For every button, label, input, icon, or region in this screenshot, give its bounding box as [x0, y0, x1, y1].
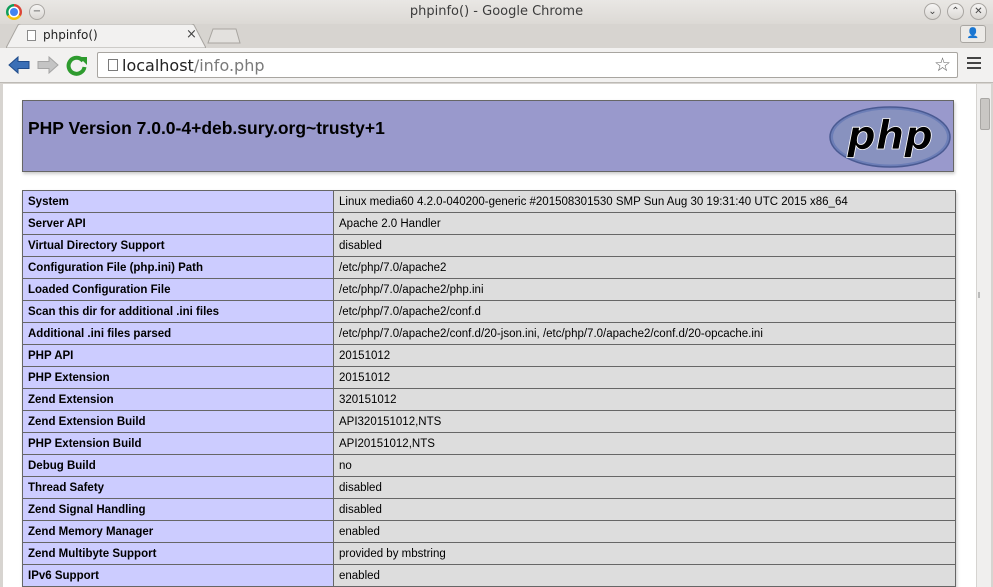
table-row: Server API Apache 2.0 Handler	[22, 212, 956, 235]
row-value: disabled	[333, 234, 956, 257]
table-row: PHP Extension 20151012	[22, 366, 956, 389]
table-row: Virtual Directory Support disabled	[22, 234, 956, 257]
row-label: PHP Extension Build	[22, 432, 334, 455]
table-row: PHP API 20151012	[22, 344, 956, 367]
profile-button[interactable]: 👤	[960, 25, 986, 43]
hamburger-menu-icon[interactable]	[967, 57, 981, 70]
row-label: Zend Extension	[22, 388, 334, 411]
row-value: disabled	[333, 476, 956, 499]
php-version-header: PHP Version 7.0.0-4+deb.sury.org~trusty+…	[22, 100, 954, 172]
row-value: 320151012	[333, 388, 956, 411]
row-value: enabled	[333, 520, 956, 543]
window-title: phpinfo() - Google Chrome	[409, 4, 584, 19]
row-label: Zend Extension Build	[22, 410, 334, 433]
row-value: provided by mbstring	[333, 542, 956, 565]
forward-button[interactable]	[37, 56, 59, 74]
new-tab-button[interactable]	[207, 28, 241, 44]
row-value: /etc/php/7.0/apache2/php.ini	[333, 278, 956, 301]
row-label: Virtual Directory Support	[22, 234, 334, 257]
row-value: /etc/php/7.0/apache2/conf.d	[333, 300, 956, 323]
row-label: Zend Multibyte Support	[22, 542, 334, 565]
php-logo: php	[829, 106, 951, 168]
table-row: IPv6 Support enabled	[22, 564, 956, 587]
page-icon	[108, 59, 118, 71]
row-value: /etc/php/7.0/apache2	[333, 256, 956, 279]
php-version-title: PHP Version 7.0.0-4+deb.sury.org~trusty+…	[28, 118, 385, 138]
row-label: PHP API	[22, 344, 334, 367]
table-row: System Linux media60 4.2.0-040200-generic…	[22, 190, 956, 213]
page-viewport: PHP Version 7.0.0-4+deb.sury.org~trusty+…	[3, 84, 976, 587]
table-row: Zend Memory Manager enabled	[22, 520, 956, 543]
row-label: Zend Signal Handling	[22, 498, 334, 521]
bookmark-star-icon[interactable]: ☆	[934, 54, 951, 76]
tab-close-button[interactable]: ×	[186, 27, 197, 42]
row-label: PHP Extension	[22, 366, 334, 389]
row-label: Debug Build	[22, 454, 334, 477]
php-logo-text: php	[846, 113, 933, 159]
row-value: enabled	[333, 564, 956, 587]
table-row: Debug Build no	[22, 454, 956, 477]
table-row: Zend Multibyte Support provided by mbstri…	[22, 542, 956, 565]
scrollbar-thumb[interactable]	[980, 98, 990, 130]
table-row: Scan this dir for additional .ini files /…	[22, 300, 956, 323]
back-arrow-icon	[8, 56, 30, 74]
row-label: Additional .ini files parsed	[22, 322, 334, 345]
tab-title: phpinfo()	[43, 28, 98, 42]
reload-button[interactable]	[66, 54, 88, 76]
url-host: localhost	[122, 56, 194, 75]
scrollbar-marker	[978, 292, 980, 298]
row-label: Thread Safety	[22, 476, 334, 499]
address-bar[interactable]: localhost/info.php ☆	[97, 52, 958, 78]
table-row: PHP Extension Build API20151012,NTS	[22, 432, 956, 455]
vertical-scrollbar[interactable]	[976, 84, 991, 587]
row-value: API20151012,NTS	[333, 432, 956, 455]
table-row: Thread Safety disabled	[22, 476, 956, 499]
row-value: 20151012	[333, 344, 956, 367]
row-label: Scan this dir for additional .ini files	[22, 300, 334, 323]
row-label: Loaded Configuration File	[22, 278, 334, 301]
row-value: no	[333, 454, 956, 477]
row-label: Server API	[22, 212, 334, 235]
tab-shape	[6, 24, 206, 48]
window-minimize-button[interactable]: ⌄	[924, 3, 941, 20]
table-row: Configuration File (php.ini) Path/etc/ph…	[22, 256, 956, 279]
page-favicon-icon	[27, 30, 36, 41]
row-value: 20151012	[333, 366, 956, 389]
window-maximize-button[interactable]: ⌃	[947, 3, 964, 20]
row-label: Configuration File (php.ini) Path	[22, 256, 334, 279]
user-icon: 👤	[966, 28, 980, 39]
row-label: Zend Memory Manager	[22, 520, 334, 543]
table-row: Zend Extension 320151012	[22, 388, 956, 411]
table-row: Zend Extension Build API320151012,NTS	[22, 410, 956, 433]
window-close-button[interactable]: ✕	[970, 3, 987, 20]
url-text[interactable]: localhost/info.php	[122, 56, 264, 75]
row-value: Apache 2.0 Handler	[333, 212, 956, 235]
forward-arrow-icon	[37, 56, 59, 74]
row-label: System	[22, 190, 334, 213]
back-button[interactable]	[8, 56, 30, 74]
table-row: Additional .ini files parsed/etc/php/7.0…	[22, 322, 956, 345]
table-row: Loaded Configuration File/etc/php/7.0/ap…	[22, 278, 956, 301]
reload-icon	[66, 55, 87, 76]
row-value: /etc/php/7.0/apache2/conf.d/20-json.ini,…	[333, 322, 956, 345]
row-value: disabled	[333, 498, 956, 521]
row-value: Linux media60 4.2.0-040200-generic #2015…	[333, 190, 956, 213]
row-label: IPv6 Support	[22, 564, 334, 587]
php-info-table: System Linux media60 4.2.0-040200-generic…	[22, 190, 956, 587]
url-path: /info.php	[193, 56, 265, 75]
row-value: API320151012,NTS	[333, 410, 956, 433]
table-row: Zend Signal Handling disabled	[22, 498, 956, 521]
window-titlebar: − phpinfo() - Google Chrome ⌄ ⌃ ✕	[0, 0, 993, 24]
tab-phpinfo[interactable]: phpinfo() ×	[6, 24, 206, 48]
